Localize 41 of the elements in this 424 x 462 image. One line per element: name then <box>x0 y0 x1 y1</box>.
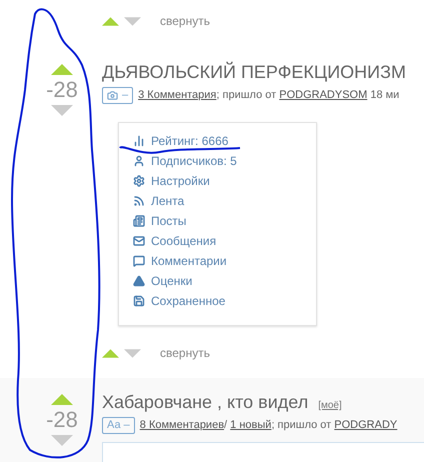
menu-item[interactable]: Настройки <box>151 172 210 190</box>
menu-item[interactable]: Сообщения <box>151 232 216 250</box>
meta-link[interactable]: 3 Комментария <box>138 89 216 102</box>
menu-item[interactable]: Оценки <box>151 272 192 290</box>
menu-item[interactable]: Комментарии <box>151 252 227 270</box>
post-type-badge[interactable]: – <box>102 87 134 104</box>
score: -28 <box>46 77 78 103</box>
settings-icon <box>133 175 145 187</box>
collapse-link[interactable]: свернуть <box>160 12 210 30</box>
downvote-icon[interactable] <box>124 16 141 26</box>
post-meta: 3 Комментария; пришло от PODGRADYSOM 18 ми <box>138 88 400 104</box>
meta-link[interactable]: PODGRADY <box>334 419 398 432</box>
downvote-icon[interactable] <box>51 435 73 446</box>
menu-item[interactable]: Посты <box>151 212 186 230</box>
tag-link[interactable]: [моё] <box>318 398 342 413</box>
user-icon <box>133 155 145 167</box>
upvote-icon[interactable] <box>51 394 73 405</box>
collapse-link[interactable]: свернуть <box>160 344 210 362</box>
post-title[interactable]: ДЬЯВОЛЬСКИЙ ПЕРФЕКЦИОНИЗМ <box>102 58 406 86</box>
upvote-icon[interactable] <box>102 16 119 26</box>
menu-item[interactable]: Сохраненное <box>151 292 226 310</box>
post-title[interactable]: Хабаровчане , кто видел <box>102 388 308 416</box>
triangle-icon <box>133 275 145 287</box>
feed-icon <box>133 195 145 207</box>
document-icon <box>133 215 145 227</box>
upvote-icon[interactable] <box>51 64 73 75</box>
envelope-icon <box>133 235 145 247</box>
menu-item[interactable]: Рейтинг: 6666 <box>151 132 228 150</box>
menu-item[interactable]: Лента <box>151 192 184 210</box>
speech-bubble-icon <box>133 255 145 267</box>
post-type-badge[interactable]: Аа – <box>102 417 135 434</box>
chart-icon <box>133 135 145 147</box>
menu-item[interactable]: Подписчиков: 5 <box>151 152 237 170</box>
upvote-icon[interactable] <box>102 348 119 358</box>
meta-link[interactable]: 1 новый <box>230 419 272 432</box>
meta-link[interactable]: 8 Комментариев <box>140 419 224 432</box>
downvote-icon[interactable] <box>124 348 141 358</box>
post-meta: 8 Комментариев/ 1 новый; пришло от PODGRADY <box>140 418 398 434</box>
score: -28 <box>46 407 78 433</box>
downvote-icon[interactable] <box>51 105 73 116</box>
meta-link[interactable]: PODGRADYSOM <box>279 89 368 102</box>
